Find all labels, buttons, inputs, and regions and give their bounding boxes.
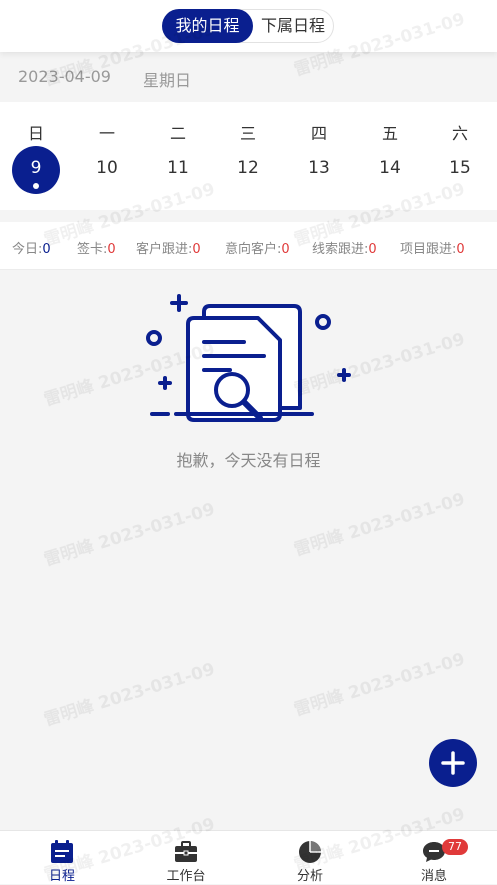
nav-messages[interactable]: 77 消息 <box>372 831 496 884</box>
add-schedule-button[interactable] <box>429 739 477 787</box>
bottom-nav: 日程 工作台 分析 77 消息 <box>0 830 497 884</box>
weekday-header: 四 <box>310 124 327 143</box>
week-day-wed[interactable]: 三 12 <box>218 102 278 210</box>
stat-label: 线索跟进: <box>312 242 369 257</box>
unread-badge: 77 <box>442 839 468 855</box>
stats-bar: 今日:0 签卡:0 客户跟进:0 意向客户:0 线索跟进:0 项目跟进:0 <box>0 222 497 270</box>
weekday-header: 一 <box>98 124 115 143</box>
weekday-header: 二 <box>169 124 186 143</box>
watermark: 雷明峰 2023-031-09 <box>41 659 218 731</box>
watermark: 雷明峰 2023-031-09 <box>291 649 468 721</box>
schedule-switcher: 我的日程 下属日程 <box>162 9 334 43</box>
nav-label: 消息 <box>420 869 447 884</box>
day-number[interactable]: 12 <box>224 146 272 194</box>
briefcase-icon <box>175 841 197 862</box>
nav-label: 工作台 <box>166 869 206 884</box>
week-strip: 日 9 一 10 二 11 三 12 四 13 五 14 六 15 <box>0 102 497 210</box>
stat-value: 0 <box>42 242 51 257</box>
stat-value: 0 <box>368 242 377 257</box>
pie-chart-icon <box>299 841 321 863</box>
day-number[interactable]: 11 <box>154 146 202 194</box>
watermark: 雷明峰 2023-031-09 <box>291 489 468 561</box>
stat-intended-customers[interactable]: 意向客户:0 <box>225 238 290 257</box>
tab-subordinate-schedule[interactable]: 下属日程 <box>253 9 333 43</box>
stat-customer-followup[interactable]: 客户跟进:0 <box>136 238 201 257</box>
stat-label: 客户跟进: <box>136 242 193 257</box>
plus-icon <box>441 751 465 775</box>
current-date: 2023-04-09 <box>18 67 111 86</box>
nav-label: 分析 <box>296 869 323 884</box>
week-day-thu[interactable]: 四 13 <box>289 102 349 210</box>
weekday-header: 三 <box>239 124 256 143</box>
day-number[interactable]: 13 <box>295 146 343 194</box>
stat-today[interactable]: 今日:0 <box>12 238 51 257</box>
weekday-header: 六 <box>451 124 468 143</box>
calendar-icon <box>51 840 73 863</box>
week-day-mon[interactable]: 一 10 <box>77 102 137 210</box>
stat-project-followup[interactable]: 项目跟进:0 <box>400 238 465 257</box>
nav-schedule[interactable]: 日程 <box>0 831 124 884</box>
week-day-sun[interactable]: 日 9 <box>6 102 66 210</box>
stat-value: 0 <box>456 242 465 257</box>
week-day-sat[interactable]: 六 15 <box>430 102 490 210</box>
stat-check-in[interactable]: 签卡:0 <box>77 238 116 257</box>
empty-state-message: 抱歉，今天没有日程 <box>176 451 321 470</box>
day-number[interactable]: 15 <box>436 146 484 194</box>
day-number[interactable]: 14 <box>366 146 414 194</box>
stat-label: 今日: <box>12 242 43 257</box>
current-weekday: 星期日 <box>143 71 192 90</box>
week-day-tue[interactable]: 二 11 <box>148 102 208 210</box>
weekday-header: 日 <box>27 124 44 143</box>
stat-value: 0 <box>281 242 290 257</box>
day-number[interactable]: 10 <box>83 146 131 194</box>
date-bar[interactable]: 2023-04-09 星期日 <box>0 52 497 102</box>
tab-my-schedule[interactable]: 我的日程 <box>162 9 253 43</box>
nav-analysis[interactable]: 分析 <box>248 831 372 884</box>
event-dot <box>33 183 39 189</box>
empty-document-search-icon <box>146 294 351 422</box>
nav-workbench[interactable]: 工作台 <box>124 831 248 884</box>
week-day-fri[interactable]: 五 14 <box>360 102 420 210</box>
stat-label: 签卡: <box>77 242 108 257</box>
stat-label: 意向客户: <box>225 242 282 257</box>
stat-value: 0 <box>192 242 201 257</box>
stat-label: 项目跟进: <box>400 242 457 257</box>
nav-label: 日程 <box>48 869 75 884</box>
stat-value: 0 <box>107 242 116 257</box>
top-bar: 我的日程 下属日程 <box>0 0 497 52</box>
stat-lead-followup[interactable]: 线索跟进:0 <box>312 238 377 257</box>
watermark: 雷明峰 2023-031-09 <box>41 499 218 571</box>
weekday-header: 五 <box>381 124 398 143</box>
